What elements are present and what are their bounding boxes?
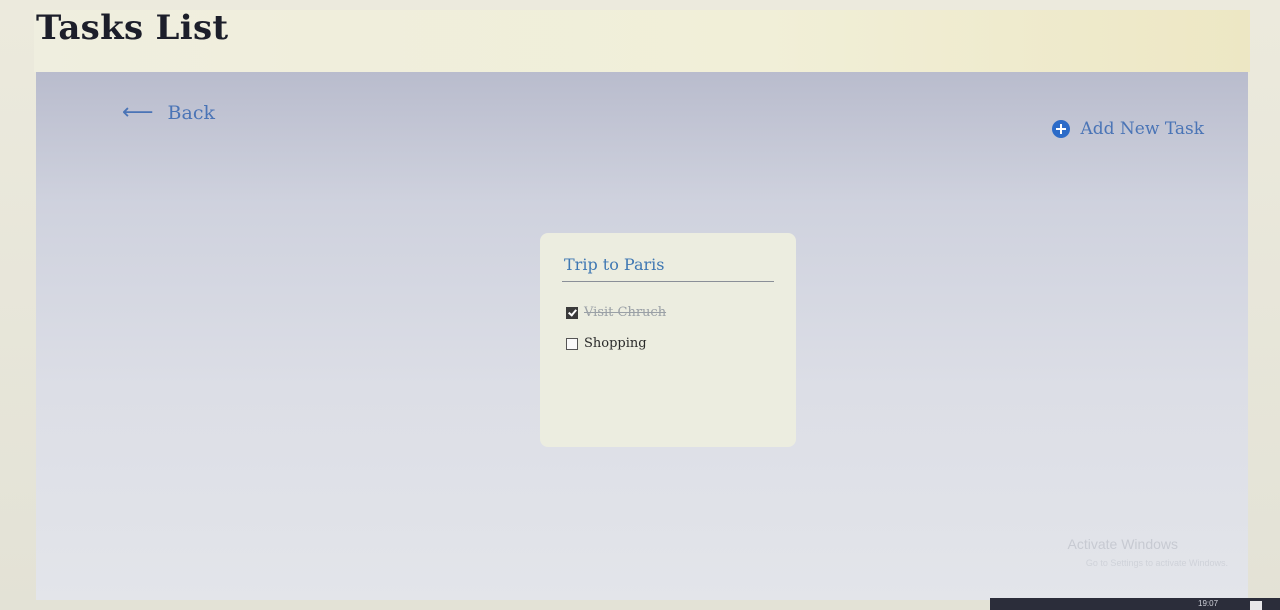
- page-title: Tasks List: [36, 8, 229, 48]
- task-checkbox-checked[interactable]: [566, 306, 578, 319]
- taskbar: 19:07: [990, 598, 1280, 610]
- main-panel: ⟵ Back Add New Task Trip to Paris Visit …: [36, 72, 1248, 600]
- card-title: Trip to Paris: [564, 255, 665, 274]
- task-label: Visit Chruch: [584, 305, 667, 320]
- back-label: Back: [167, 102, 215, 124]
- back-button[interactable]: ⟵ Back: [122, 100, 215, 125]
- activate-windows-subtitle: Go to Settings to activate Windows.: [1085, 558, 1228, 568]
- add-new-task-label: Add New Task: [1080, 119, 1204, 139]
- add-new-task-button[interactable]: Add New Task: [1052, 119, 1204, 139]
- activate-windows-watermark: Activate Windows: [1067, 536, 1178, 552]
- task-label: Shopping: [584, 336, 647, 351]
- plus-circle-icon: [1052, 120, 1071, 138]
- task-item: Visit Chruch: [566, 297, 666, 328]
- task-checkbox[interactable]: [566, 337, 578, 350]
- taskbar-clock: 19:07: [1198, 599, 1219, 608]
- card-divider: [562, 281, 774, 282]
- notification-icon[interactable]: [1250, 601, 1262, 610]
- page: Tasks List ⟵ Back Add New Task Trip to P…: [0, 0, 1280, 610]
- task-item: Shopping: [566, 328, 666, 359]
- left-arrow-icon: ⟵: [122, 100, 154, 125]
- task-card: Trip to Paris Visit Chruch Shopping: [540, 233, 796, 447]
- task-list: Visit Chruch Shopping: [566, 297, 666, 359]
